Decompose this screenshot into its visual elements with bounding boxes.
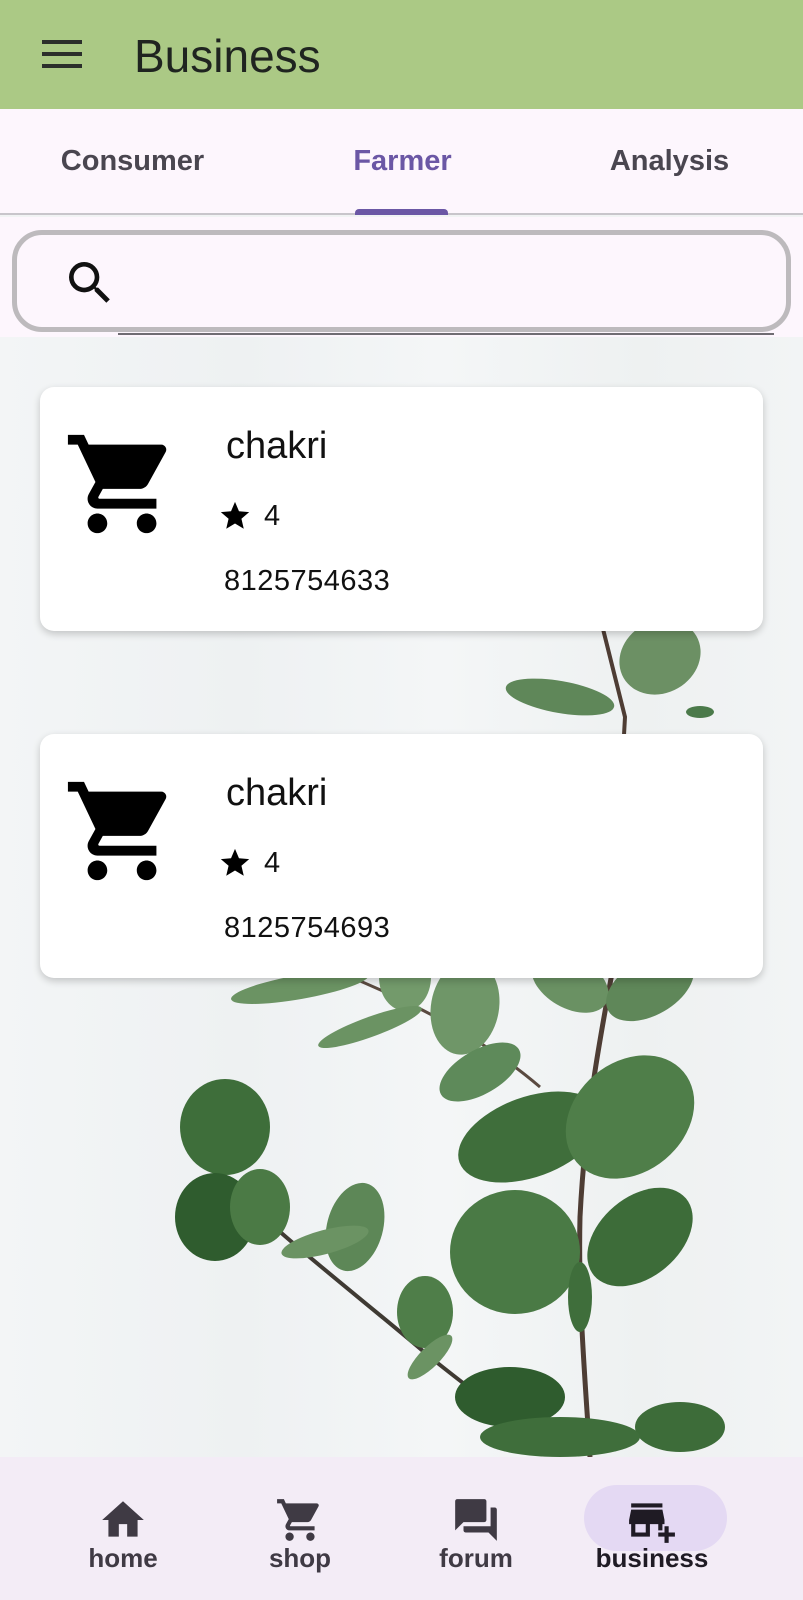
content-area: chakri 4 8125754633 chakri 4 8125754693	[0, 337, 803, 1457]
tab-bar: Consumer Farmer Analysis	[0, 109, 803, 215]
card-name: chakri	[226, 772, 328, 814]
star-icon	[220, 848, 250, 876]
card-rating: 4	[218, 499, 280, 533]
nav-label-forum: forum	[439, 1543, 513, 1573]
nav-label-business: business	[595, 1543, 709, 1573]
search-input[interactable]	[122, 250, 772, 312]
business-card[interactable]: chakri 4 8125754633	[40, 387, 763, 631]
card-rating: 4	[218, 846, 280, 880]
card-phone: 8125754693	[224, 912, 391, 944]
cart-icon	[67, 781, 167, 881]
rating-value: 4	[264, 846, 281, 879]
bottom-navigation: home shop forum business	[0, 1457, 803, 1600]
nav-label-shop: shop	[268, 1543, 332, 1573]
home-icon	[102, 1501, 144, 1537]
menu-icon	[42, 40, 82, 68]
tab-farmer[interactable]: Farmer	[300, 109, 505, 213]
page-title: Business	[134, 30, 321, 82]
add-business-icon	[629, 1503, 675, 1543]
search-underline	[118, 333, 774, 335]
rating-value: 4	[264, 499, 281, 532]
nav-item-business[interactable]: business	[562, 1457, 742, 1600]
nav-item-home[interactable]: home	[33, 1457, 213, 1600]
app-bar: Business	[0, 0, 803, 109]
search-icon	[69, 262, 110, 303]
star-icon	[220, 501, 250, 529]
search-area	[0, 217, 803, 337]
tab-indicator	[355, 209, 448, 215]
tab-consumer[interactable]: Consumer	[30, 109, 235, 213]
cart-icon	[67, 434, 167, 534]
nav-label-home: home	[88, 1543, 158, 1573]
business-card[interactable]: chakri 4 8125754693	[40, 734, 763, 978]
forum-icon	[455, 1499, 497, 1541]
nav-item-forum[interactable]: forum	[386, 1457, 566, 1600]
cart-icon	[277, 1499, 319, 1541]
card-phone: 8125754633	[224, 565, 391, 597]
card-name: chakri	[226, 425, 328, 467]
search-box[interactable]	[12, 230, 791, 332]
nav-item-shop[interactable]: shop	[210, 1457, 390, 1600]
tab-analysis[interactable]: Analysis	[567, 109, 772, 213]
menu-button[interactable]	[30, 26, 94, 82]
